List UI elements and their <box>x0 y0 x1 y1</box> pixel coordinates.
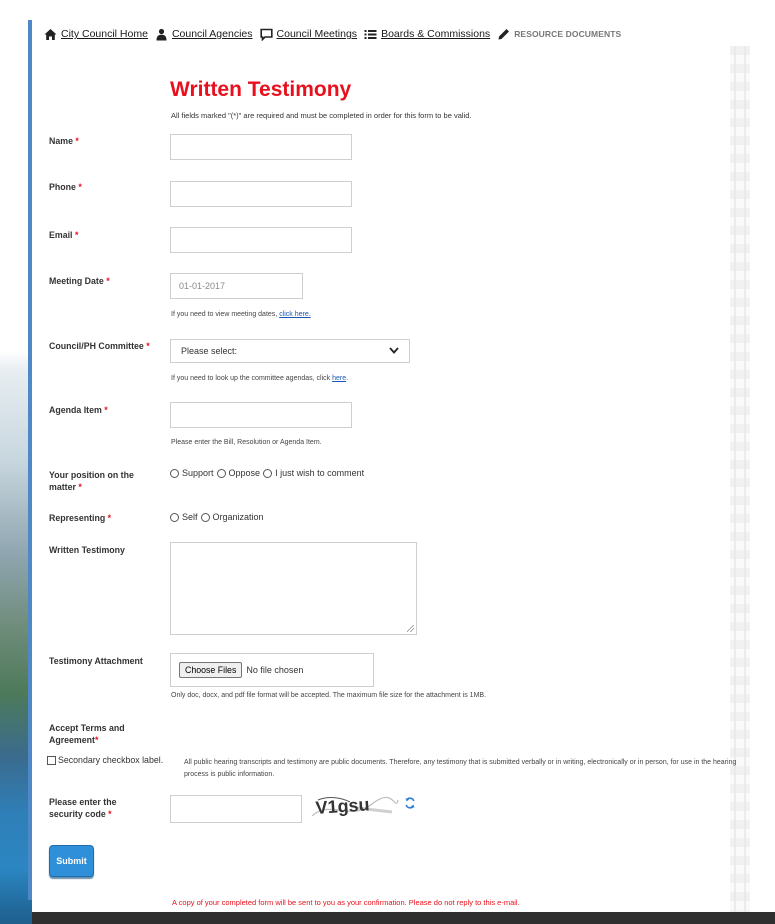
form-instructions: All fields marked "(*)" are required and… <box>171 111 472 120</box>
radio-organization[interactable] <box>200 512 210 522</box>
representing-option-organization[interactable]: Organization <box>200 512 264 522</box>
radio-oppose[interactable] <box>216 468 226 478</box>
email-field[interactable] <box>170 227 352 253</box>
home-icon <box>44 28 57 41</box>
nav-link-city-council-home[interactable]: City Council Home <box>61 28 148 40</box>
committee-agendas-link[interactable]: here <box>332 375 346 382</box>
speech-bubble-icon <box>259 28 273 41</box>
position-option-oppose[interactable]: Oppose <box>216 468 260 478</box>
nav-current-resource-documents[interactable]: RESOURCE DOCUMENTS <box>514 29 621 39</box>
committee-select[interactable]: Please select: <box>170 339 410 363</box>
agenda-item-help: Please enter the Bill, Resolution or Age… <box>171 439 322 446</box>
committee-select-value: Please select: <box>181 346 238 356</box>
position-option-support[interactable]: Support <box>170 468 214 478</box>
resize-grip-icon[interactable] <box>407 625 414 632</box>
person-icon <box>155 28 168 41</box>
attachment-label: Testimony Attachment <box>49 656 143 666</box>
security-code-field[interactable] <box>170 795 302 823</box>
breadcrumb-nav: City Council Home Council Agencies Counc… <box>44 26 628 42</box>
radio-support[interactable] <box>170 468 179 478</box>
email-label: Email * <box>49 230 79 240</box>
representing-label: Representing * <box>49 513 112 523</box>
nav-item-resource-documents[interactable]: RESOURCE DOCUMENTS <box>497 28 621 41</box>
nav-link-council-meetings[interactable]: Council Meetings <box>277 28 358 40</box>
right-margin <box>752 0 775 924</box>
nav-link-boards-commissions[interactable]: Boards & Commissions <box>381 28 490 40</box>
terms-checkbox-row[interactable]: Secondary checkbox label. <box>47 755 163 765</box>
form-page: City Council Home Council Agencies Counc… <box>32 18 752 916</box>
chevron-down-icon <box>389 346 399 356</box>
submit-button[interactable]: Submit <box>49 845 94 877</box>
nav-item-boards-commissions[interactable]: Boards & Commissions <box>364 28 490 41</box>
decorative-pattern <box>730 46 750 916</box>
meeting-date-label: Meeting Date * <box>49 276 110 286</box>
position-radio-group: Support Oppose I just wish to comment <box>170 468 367 478</box>
meeting-dates-link[interactable]: click here. <box>279 311 311 318</box>
position-label: Your position on the matter * <box>49 470 134 492</box>
choose-files-button[interactable]: Choose Files <box>179 662 243 678</box>
phone-field[interactable] <box>170 181 352 207</box>
committee-label: Council/PH Committee * <box>49 341 150 351</box>
attachment-help: Only doc, docx, and pdf file format will… <box>171 692 487 699</box>
nav-item-council-agencies[interactable]: Council Agencies <box>155 28 253 41</box>
committee-help: If you need to look up the committee age… <box>171 375 349 382</box>
name-label: Name * <box>49 136 79 146</box>
meeting-date-field[interactable] <box>170 273 303 299</box>
written-testimony-textarea[interactable] <box>170 542 417 635</box>
list-icon <box>364 28 377 41</box>
left-background-strip <box>0 0 35 924</box>
representing-option-self[interactable]: Self <box>170 512 198 522</box>
position-option-comment[interactable]: I just wish to comment <box>263 468 364 478</box>
radio-self[interactable] <box>170 512 179 522</box>
pencil-icon <box>497 28 510 41</box>
terms-text: All public hearing transcripts and testi… <box>184 759 737 778</box>
terms-checkbox-label: Secondary checkbox label. <box>58 755 164 765</box>
file-status: No file chosen <box>246 665 304 675</box>
representing-radio-group: Self Organization <box>170 512 267 522</box>
meeting-date-help: If you need to view meeting dates, click… <box>171 311 311 318</box>
refresh-captcha-icon[interactable] <box>404 796 416 809</box>
attachment-file-input[interactable]: Choose Files No file chosen <box>170 653 374 687</box>
page-title: Written Testimony <box>170 78 352 101</box>
nav-item-council-meetings[interactable]: Council Meetings <box>259 28 358 41</box>
name-field[interactable] <box>170 134 352 160</box>
terms-label: Accept Terms and Agreement* <box>49 723 125 745</box>
nav-link-council-agencies[interactable]: Council Agencies <box>172 28 253 40</box>
radio-comment[interactable] <box>263 468 273 478</box>
phone-label: Phone * <box>49 182 82 192</box>
written-testimony-label: Written Testimony <box>49 545 125 555</box>
nav-item-city-council-home[interactable]: City Council Home <box>44 28 148 41</box>
bottom-bar <box>32 912 775 924</box>
agenda-item-label: Agenda Item * <box>49 405 108 415</box>
confirmation-note: A copy of your completed form will be se… <box>172 898 520 907</box>
captcha-image: V1gsu <box>310 794 400 820</box>
terms-checkbox[interactable] <box>47 755 56 765</box>
security-code-label: Please enter the security code * <box>49 797 117 819</box>
agenda-item-field[interactable] <box>170 402 352 428</box>
